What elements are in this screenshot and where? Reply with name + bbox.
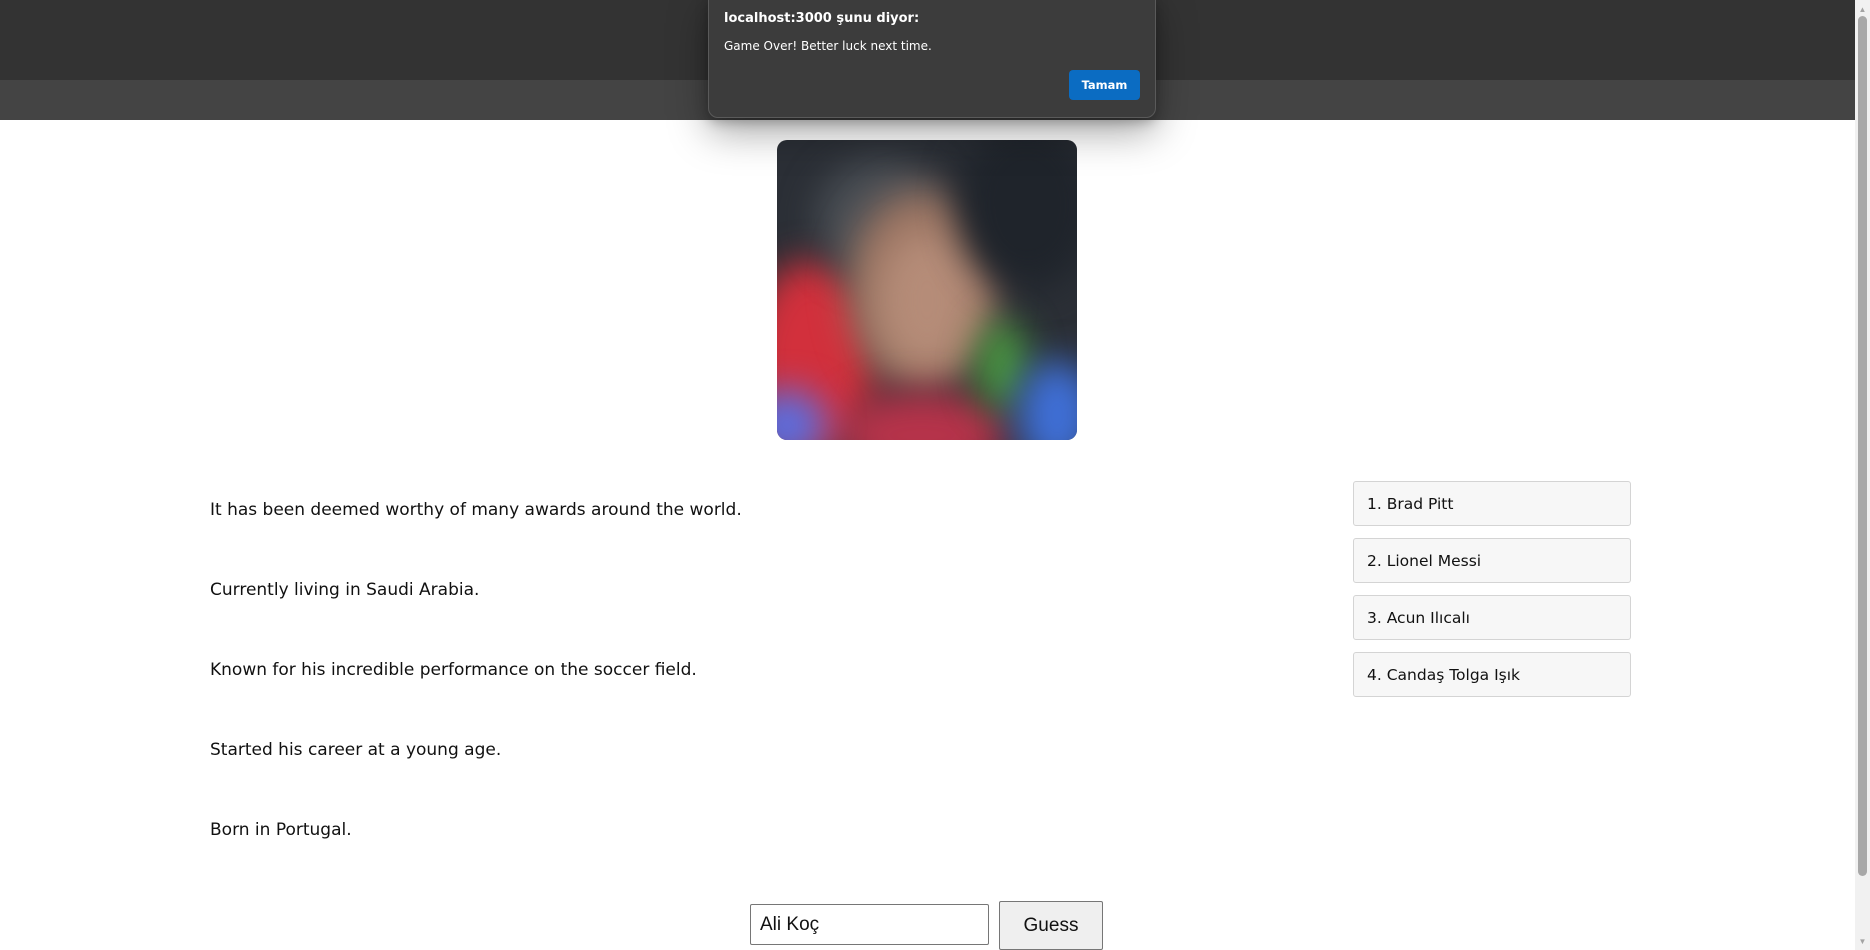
scroll-up-arrow-icon[interactable]: ▲ xyxy=(1855,2,1870,16)
clue-2: Currently living in Saudi Arabia. xyxy=(210,580,480,600)
dialog-message: Game Over! Better luck next time. xyxy=(724,39,932,53)
option-2[interactable]: 2. Lionel Messi xyxy=(1353,538,1631,583)
clue-1: It has been deemed worthy of many awards… xyxy=(210,500,742,520)
game-page: It has been deemed worthy of many awards… xyxy=(0,0,1870,950)
scroll-down-arrow-icon[interactable]: ▼ xyxy=(1855,934,1870,948)
alert-dialog: localhost:3000 şunu diyor: Game Over! Be… xyxy=(708,0,1156,118)
option-1[interactable]: 1. Brad Pitt xyxy=(1353,481,1631,526)
clue-5: Born in Portugal. xyxy=(210,820,352,840)
scrollbar-thumb[interactable] xyxy=(1858,16,1867,876)
option-4[interactable]: 4. Candaş Tolga Işık xyxy=(1353,652,1631,697)
blurred-celebrity-photo xyxy=(777,140,1077,440)
guess-button[interactable]: Guess xyxy=(999,901,1103,950)
option-3[interactable]: 3. Acun Ilıcalı xyxy=(1353,595,1631,640)
clue-3: Known for his incredible performance on … xyxy=(210,660,697,680)
guess-input[interactable] xyxy=(750,904,989,945)
dialog-ok-button[interactable]: Tamam xyxy=(1069,70,1140,100)
page-scrollbar[interactable]: ▲ ▼ xyxy=(1855,0,1870,950)
dialog-title: localhost:3000 şunu diyor: xyxy=(724,11,920,26)
clue-4: Started his career at a young age. xyxy=(210,740,502,760)
